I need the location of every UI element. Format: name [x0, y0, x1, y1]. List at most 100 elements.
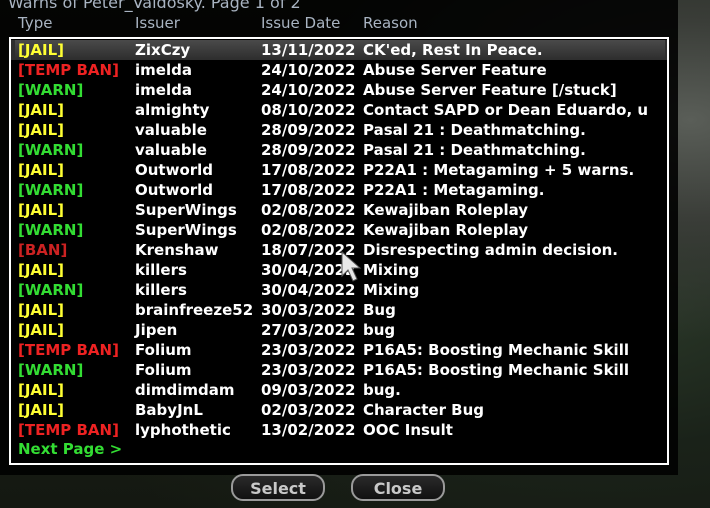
warn-type: [WARN] [18, 221, 84, 239]
header-type: Type [18, 14, 53, 32]
warn-reason: Disrespecting admin decision. [363, 241, 618, 259]
warn-reason: Mixing [363, 281, 420, 299]
column-headers: Type Issuer Issue Date Reason [0, 14, 678, 34]
warn-type: [JAIL] [18, 161, 65, 179]
list-item[interactable]: [JAIL] Outworld 17/08/2022 P22A1 : Metagami… [11, 160, 667, 180]
warn-issuer: valuable [135, 121, 207, 139]
warn-reason: Mixing [363, 261, 420, 279]
list-item[interactable]: [WARN] imelda 24/10/2022 Abuse Server Featu… [11, 80, 667, 100]
warn-type: [JAIL] [18, 121, 65, 139]
list-item[interactable]: [JAIL] brainfreeze52 30/03/2022 Bug [11, 300, 667, 320]
warn-type: [WARN] [18, 281, 84, 299]
warn-type: [JAIL] [18, 301, 65, 319]
warn-type: [BAN] [18, 241, 68, 259]
warn-type: [JAIL] [18, 101, 65, 119]
warn-issue-date: 23/03/2022 [261, 341, 356, 359]
list-item[interactable]: [TEMP BAN] lyphothetic 13/02/2022 OOC Insul… [11, 420, 667, 440]
warn-issuer: imelda [135, 81, 192, 99]
warn-type: [WARN] [18, 181, 84, 199]
warn-reason: P22A1 : Metagaming + 5 warns. [363, 161, 635, 179]
warn-reason: Contact SAPD or Dean Eduardo, u [363, 101, 649, 119]
warn-reason: OOC Insult [363, 421, 453, 439]
warn-type: [JAIL] [18, 381, 65, 399]
warn-issue-date: 27/03/2022 [261, 321, 356, 339]
close-button[interactable]: Close [351, 474, 445, 501]
warn-issuer: killers [135, 261, 187, 279]
next-page-link[interactable]: Next Page > [18, 440, 122, 458]
list-item[interactable]: [WARN] Folium 23/03/2022 P16A5: Boosting Me… [11, 360, 667, 380]
warn-reason: Bug [363, 301, 396, 319]
warn-issue-date: 17/08/2022 [261, 181, 356, 199]
warn-type: [TEMP BAN] [18, 421, 119, 439]
list-item[interactable]: [JAIL] valuable 28/09/2022 Pasal 21 : Death… [11, 120, 667, 140]
list-item[interactable]: [WARN] SuperWings 02/08/2022 Kewajiban Role… [11, 220, 667, 240]
warn-issuer: almighty [135, 101, 210, 119]
warn-reason: Character Bug [363, 401, 485, 419]
warn-type: [WARN] [18, 81, 84, 99]
warn-issuer: BabyJnL [135, 401, 203, 419]
warn-issuer: SuperWings [135, 221, 237, 239]
warn-issuer: ZixCzy [135, 41, 191, 59]
warn-issue-date: 23/03/2022 [261, 361, 356, 379]
warn-issue-date: 24/10/2022 [261, 81, 356, 99]
mouse-cursor-icon [341, 250, 362, 282]
warn-reason: Kewajiban Roleplay [363, 201, 529, 219]
list-item[interactable]: [WARN] Outworld 17/08/2022 P22A1 : Metagami… [11, 180, 667, 200]
warn-issuer: imelda [135, 61, 192, 79]
warn-issue-date: 09/03/2022 [261, 381, 356, 399]
list-item[interactable]: [WARN] valuable 28/09/2022 Pasal 21 : Death… [11, 140, 667, 160]
warn-issuer: dimdimdam [135, 381, 235, 399]
list-item[interactable]: [JAIL] dimdimdam 09/03/2022 bug. [11, 380, 667, 400]
warn-issue-date: 08/10/2022 [261, 101, 356, 119]
warn-reason: CK'ed, Rest In Peace. [363, 41, 543, 59]
warn-type: [JAIL] [18, 401, 65, 419]
warn-issuer: Krenshaw [135, 241, 219, 259]
header-reason: Reason [363, 14, 418, 32]
warn-issuer: Jipen [135, 321, 178, 339]
warn-issue-date: 17/08/2022 [261, 161, 356, 179]
warn-type: [TEMP BAN] [18, 341, 119, 359]
header-issuer: Issuer [135, 14, 180, 32]
warn-reason: P16A5: Boosting Mechanic Skill [363, 361, 629, 379]
warn-reason: Kewajiban Roleplay [363, 221, 529, 239]
warn-type: [JAIL] [18, 201, 65, 219]
warn-type: [WARN] [18, 141, 84, 159]
warn-type: [JAIL] [18, 321, 65, 339]
warn-type: [JAIL] [18, 41, 65, 59]
warn-issuer: Outworld [135, 181, 214, 199]
warn-issue-date: 28/09/2022 [261, 141, 356, 159]
list-item[interactable]: [JAIL] Jipen 27/03/2022 bug [11, 320, 667, 340]
warn-issuer: killers [135, 281, 187, 299]
warn-reason: Abuse Server Feature [363, 61, 547, 79]
warn-reason: bug [363, 321, 396, 339]
warn-type: [WARN] [18, 361, 84, 379]
warn-issuer: Outworld [135, 161, 214, 179]
warn-issuer: valuable [135, 141, 207, 159]
list-item[interactable]: [JAIL] SuperWings 02/08/2022 Kewajiban Role… [11, 200, 667, 220]
warn-type: [TEMP BAN] [18, 61, 119, 79]
warn-reason: Pasal 21 : Deathmatching. [363, 141, 586, 159]
list-item[interactable]: [JAIL] almighty 08/10/2022 Contact SAPD or … [11, 100, 667, 120]
warn-reason: Abuse Server Feature [/stuck] [363, 81, 617, 99]
warn-issuer: SuperWings [135, 201, 237, 219]
list-item[interactable]: [TEMP BAN] imelda 24/10/2022 Abuse Server F… [11, 60, 667, 80]
warn-issuer: brainfreeze52 [135, 301, 254, 319]
list-item[interactable]: [JAIL] BabyJnL 02/03/2022 Character Bug [11, 400, 667, 420]
warn-issue-date: 02/08/2022 [261, 201, 356, 219]
warn-issue-date: 13/11/2022 [261, 41, 356, 59]
warn-issuer: lyphothetic [135, 421, 231, 439]
warns-list[interactable]: [JAIL] ZixCzy 13/11/2022 CK'ed, Rest In Pea… [9, 37, 669, 465]
list-item[interactable]: [TEMP BAN] Folium 23/03/2022 P16A5: Boostin… [11, 340, 667, 360]
warn-reason: bug. [363, 381, 401, 399]
warns-dialog: Warns of Peter_Valdosky. Page 1 of 2 Typ… [0, 0, 678, 475]
warn-issue-date: 24/10/2022 [261, 61, 356, 79]
warn-reason: P16A5: Boosting Mechanic Skill [363, 341, 629, 359]
header-issue-date: Issue Date [261, 14, 341, 32]
select-button[interactable]: Select [231, 474, 325, 501]
warn-issue-date: 02/08/2022 [261, 221, 356, 239]
warn-issue-date: 13/02/2022 [261, 421, 356, 439]
warn-type: [JAIL] [18, 261, 65, 279]
list-item[interactable]: [JAIL] ZixCzy 13/11/2022 CK'ed, Rest In Pea… [11, 40, 667, 60]
warn-issue-date: 30/03/2022 [261, 301, 356, 319]
warn-issuer: Folium [135, 361, 192, 379]
